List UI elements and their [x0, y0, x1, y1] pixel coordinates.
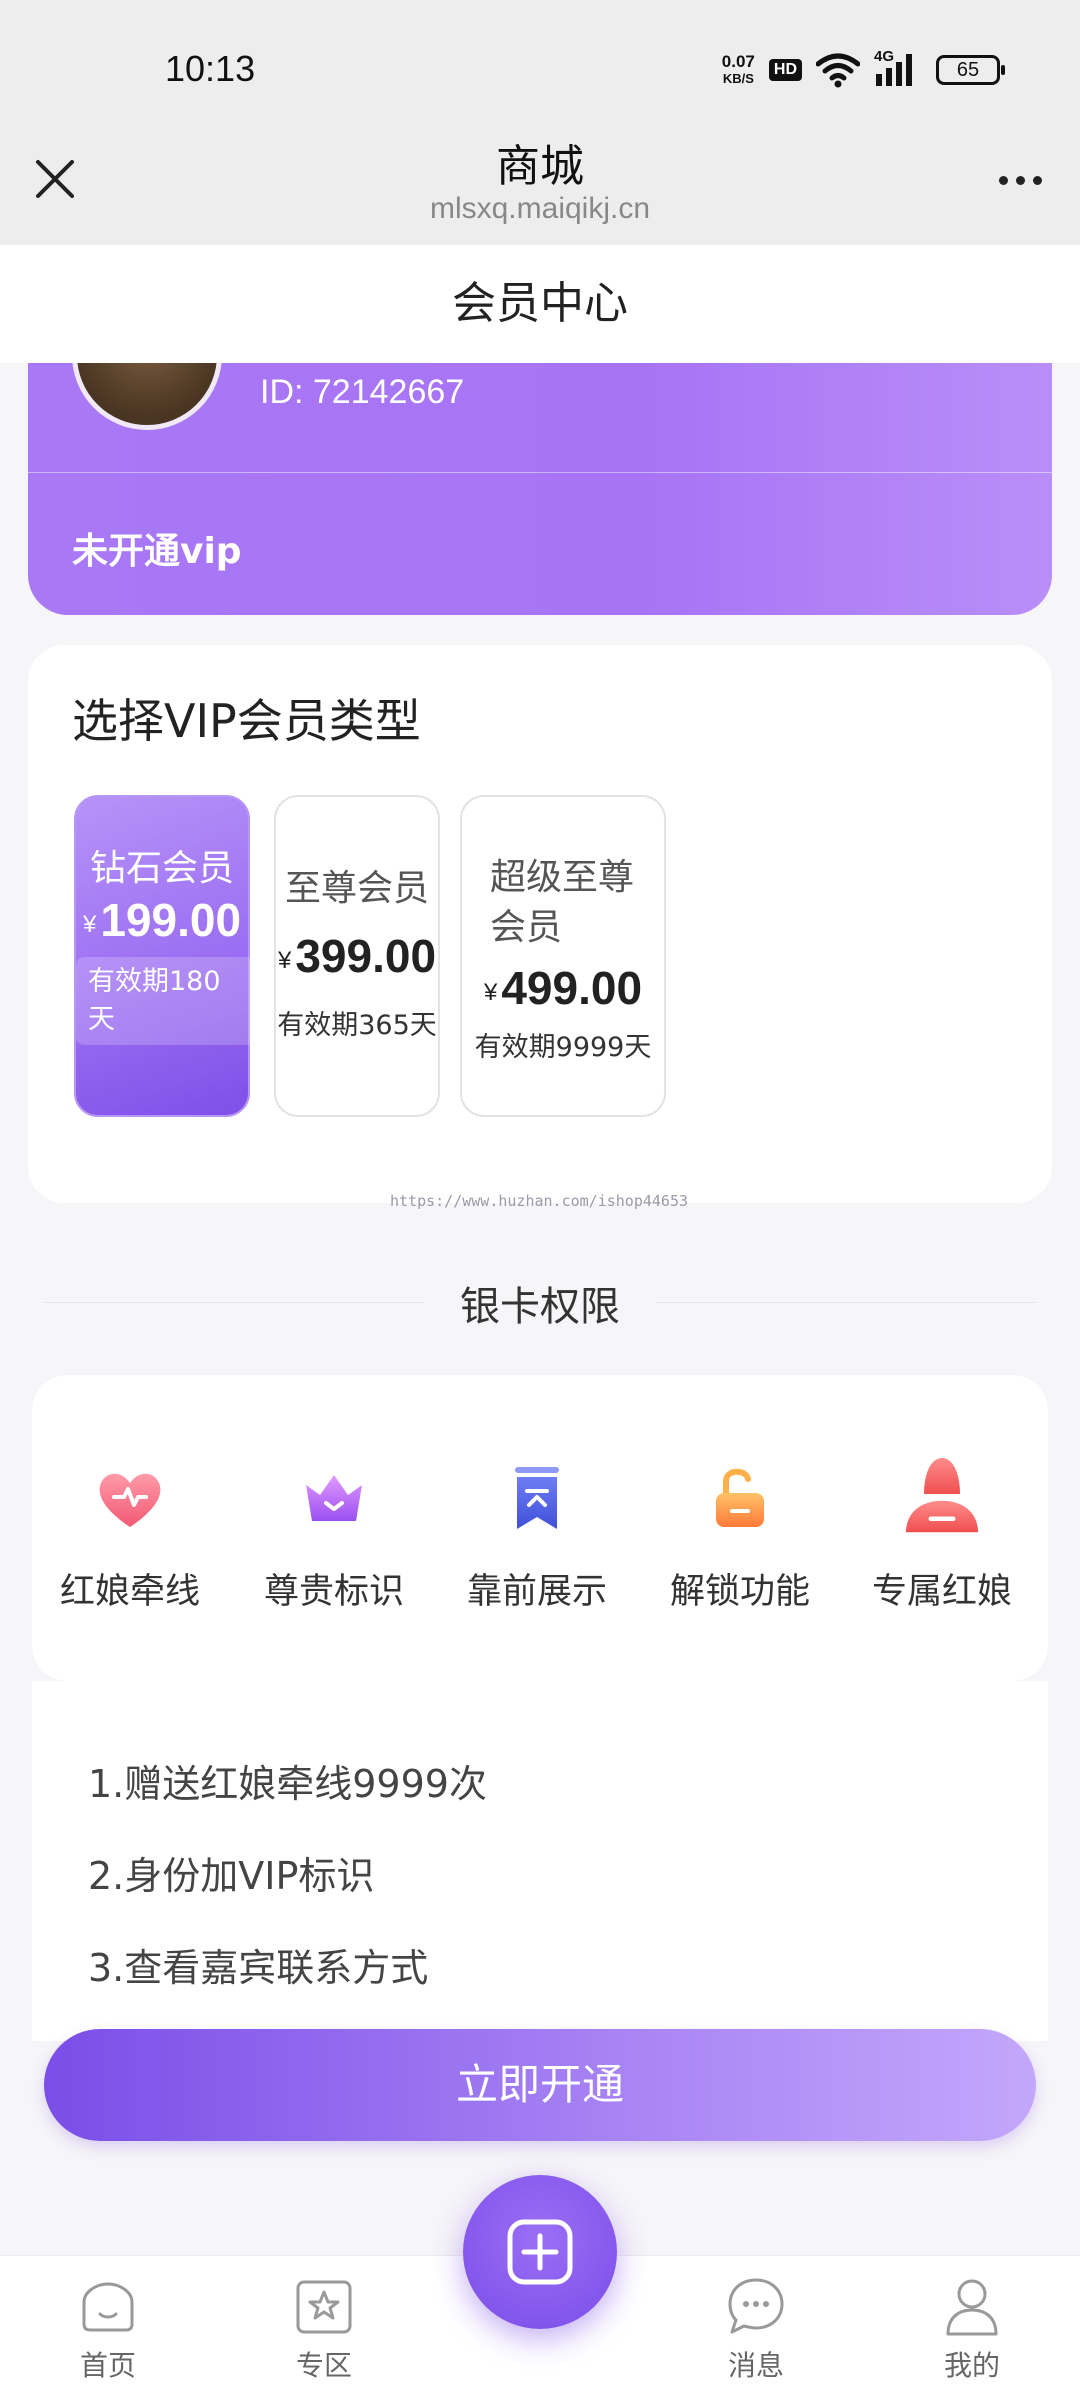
- signal-indicator: 4G: [874, 48, 922, 88]
- star-zone-icon: [296, 2280, 352, 2334]
- net-speed-unit: KB/S: [722, 71, 754, 86]
- watermark-text: https://www.huzhan.com/ishop44653: [390, 1192, 689, 1210]
- net-speed: 0.07 KB/S: [722, 53, 755, 87]
- plan-name: 钻石会员: [89, 848, 234, 889]
- add-icon: [507, 2219, 573, 2285]
- page-title: 会员中心: [0, 245, 1080, 363]
- privilege-item[interactable]: 专属红娘: [842, 1458, 1042, 1614]
- benefit-item: 3.查看嘉宾联系方式: [88, 1946, 429, 1990]
- profile-divider: [28, 472, 1052, 473]
- plan-price-amount: 399.00: [295, 930, 437, 982]
- vip-status: 未开通vip: [72, 531, 242, 572]
- privileges-card: 红娘牵线 尊贵标识 靠前展示 解锁功能 专属红娘: [32, 1375, 1048, 1681]
- plan-price: ¥199.00: [76, 893, 248, 947]
- more-dot-icon: [1032, 175, 1042, 185]
- bookmark-top-icon: [515, 1467, 559, 1529]
- home-icon: [82, 2282, 134, 2332]
- nav-messages[interactable]: 消息: [696, 2274, 816, 2384]
- nav-label: 我的: [943, 2349, 1000, 2382]
- privilege-label: 解锁功能: [669, 1572, 810, 1612]
- hd-badge: HD: [768, 59, 802, 81]
- profile-icon: [946, 2279, 998, 2336]
- status-bar: 10:13 0.07 KB/S HD 4G 65: [0, 0, 1080, 140]
- privileges-title: 银卡权限: [0, 1274, 1080, 1332]
- plan-price-amount: 199.00: [100, 894, 242, 946]
- browser-title: 商城: [496, 141, 584, 192]
- privilege-label: 靠前展示: [466, 1572, 607, 1612]
- more-options-button[interactable]: [990, 160, 1050, 200]
- matchmaker-icon: [906, 1458, 978, 1533]
- privilege-label: 专属红娘: [871, 1572, 1012, 1612]
- heart-icon: [99, 1473, 161, 1527]
- wifi-icon: [816, 53, 860, 88]
- signal-icon: [876, 54, 912, 86]
- benefit-item: 1.赠送红娘牵线9999次: [88, 1762, 487, 1806]
- unlock-icon: [716, 1468, 764, 1527]
- benefits-panel: 1.赠送红娘牵线9999次 2.身份加VIP标识 3.查看嘉宾联系方式: [32, 1681, 1048, 2041]
- status-icons: 0.07 KB/S HD 4G 65: [722, 48, 1005, 90]
- currency-symbol: ¥: [82, 911, 97, 938]
- status-time: 10:13: [165, 48, 256, 89]
- vip-type-card: 选择VIP会员类型 钻石会员 ¥199.00 有效期180天 至尊会员 ¥399…: [28, 645, 1052, 1203]
- publish-button[interactable]: [463, 2175, 617, 2329]
- plan-name: 至尊会员: [284, 868, 429, 909]
- nav-label: 消息: [727, 2349, 784, 2382]
- browser-bar: 商城 mlsxq.maiqikj.cn: [0, 140, 1080, 245]
- privilege-label: 红娘牵线: [59, 1572, 200, 1612]
- privilege-item[interactable]: 红娘牵线: [30, 1459, 230, 1614]
- nav-home[interactable]: 首页: [48, 2274, 168, 2384]
- activate-now-button[interactable]: 立即开通: [44, 2029, 1036, 2141]
- nav-zone[interactable]: 专区: [264, 2274, 384, 2384]
- plan-price: ¥499.00: [462, 961, 664, 1015]
- plan-supreme[interactable]: 至尊会员 ¥399.00 有效期365天: [274, 795, 440, 1117]
- message-icon: [728, 2278, 784, 2334]
- browser-url: mlsxq.maiqikj.cn: [429, 192, 651, 225]
- net-speed-value: 0.07: [721, 52, 755, 71]
- currency-symbol: ¥: [483, 979, 498, 1006]
- plan-diamond[interactable]: 钻石会员 ¥199.00 有效期180天: [74, 795, 256, 1117]
- privilege-item[interactable]: 靠前展示: [437, 1459, 637, 1614]
- more-dot-icon: [998, 175, 1008, 185]
- privilege-item[interactable]: 尊贵标识: [234, 1459, 434, 1614]
- plan-super-supreme[interactable]: 超级至尊会员 ¥499.00 有效期9999天: [460, 795, 666, 1117]
- plan-price-amount: 499.00: [501, 962, 643, 1014]
- battery-icon: 65: [936, 55, 1005, 85]
- vip-type-title: 选择VIP会员类型: [72, 694, 421, 748]
- plan-name: 超级至尊会员: [490, 857, 635, 948]
- privilege-item[interactable]: 解锁功能: [640, 1459, 840, 1614]
- plan-price: ¥399.00: [276, 929, 438, 983]
- nav-label: 专区: [295, 2349, 352, 2382]
- nav-profile[interactable]: 我的: [912, 2274, 1032, 2384]
- privileges-title-text: 银卡权限: [436, 1284, 644, 1330]
- user-id: ID: 72142667: [260, 373, 465, 411]
- plan-validity: 有效期180天: [76, 957, 256, 1045]
- more-dot-icon: [1015, 175, 1025, 185]
- plan-validity: 有效期365天: [277, 1010, 437, 1041]
- currency-symbol: ¥: [277, 947, 292, 974]
- privilege-label: 尊贵标识: [263, 1572, 404, 1612]
- plan-validity: 有效期9999天: [474, 1032, 652, 1063]
- crown-icon: [306, 1475, 362, 1521]
- benefit-item: 2.身份加VIP标识: [88, 1854, 375, 1898]
- nav-label: 首页: [79, 2349, 136, 2382]
